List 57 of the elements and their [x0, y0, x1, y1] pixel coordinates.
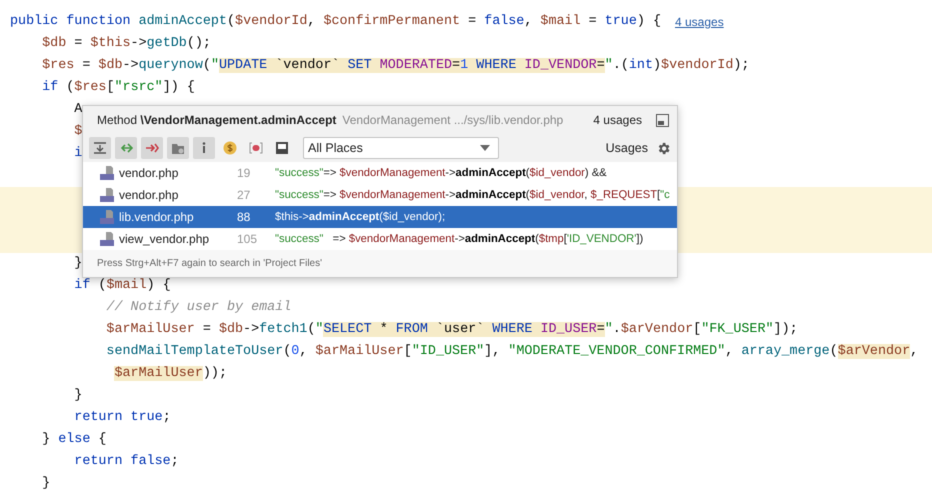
settings-icon[interactable]	[656, 140, 671, 156]
file-name: vendor.php	[118, 188, 180, 202]
line-number: 27	[237, 188, 252, 202]
php-file-icon	[99, 187, 115, 203]
code-line: $	[73, 123, 82, 141]
code-line: $db = $this->getDb();	[41, 35, 211, 53]
usage-row[interactable]: lib.vendor.php 88 $this->adminAccept($id_vendor);	[83, 206, 677, 228]
code-line: return false;	[73, 453, 179, 471]
line-number: 105	[237, 232, 258, 246]
code-line: }	[41, 475, 50, 493]
code-line: if ($mail) {	[73, 277, 171, 295]
code-line: if ($res["rsrc"]) {	[41, 79, 195, 97]
code-line: i	[73, 145, 82, 163]
info-button[interactable]	[193, 137, 215, 159]
code-line: A	[73, 101, 82, 119]
file-name: vendor.php	[118, 166, 180, 180]
line-number: 19	[237, 166, 252, 180]
code-line: return true;	[73, 409, 171, 427]
usage-row[interactable]: vendor.php 19 "success"=> $vendorManagement->adminAccept($id_vendor) &&	[83, 162, 677, 184]
file-name: lib.vendor.php	[118, 210, 195, 224]
line-number: 88	[237, 210, 252, 224]
usage-row[interactable]: view_vendor.php 105 "success" => $vendorManagement->adminAccept($tmp['ID_VENDOR'])	[83, 228, 677, 250]
dropdown-caret-icon	[480, 145, 490, 151]
code-line: sendMailTemplateToUser(0, $arMailUser["ID_USER"], "MODERATE_VENDOR_CONFIRMED", array_merge($arVendor,	[105, 343, 918, 361]
code-line: } else {	[41, 431, 106, 449]
export-arrow-button[interactable]	[141, 137, 163, 159]
popup-title: Method \VendorManagement.adminAccept	[97, 113, 336, 127]
php-file-icon	[99, 231, 115, 247]
code-line: public function adminAccept($vendorId, $confirmPermanent = false, $mail = true) {	[10, 13, 661, 31]
usage-code: "success"=> $vendorManagement->adminAccept($id_vendor) &&	[275, 167, 607, 179]
code-line: $arMailUser = $db->fetch1("SELECT * FROM `user` WHERE ID_USER=".$arVendor["FK_USER"]);	[105, 321, 798, 339]
code-line: }	[73, 387, 82, 405]
usage-code: "success"=> $vendorManagement->adminAccept($id_vendor, $_REQUEST["c	[275, 189, 670, 201]
usage-row[interactable]: vendor.php 27 "success"=> $vendorManagement->adminAccept($id_vendor, $_REQUEST["c	[83, 184, 677, 206]
scope-dropdown[interactable]: All Places	[303, 137, 499, 159]
usage-count: 4 usages	[593, 113, 642, 127]
expand-all-icon	[93, 141, 107, 155]
code-line: }	[73, 255, 82, 273]
code-line: // Notify user by email	[105, 299, 292, 317]
module-bracket-icon	[249, 141, 263, 155]
code-line: $arMailUser));	[113, 365, 227, 383]
usages-label: Usages	[606, 141, 648, 155]
method-location: VendorManagement .../sys/lib.vendor.php	[342, 113, 564, 127]
pin-window-icon[interactable]	[656, 114, 669, 126]
usage-code: $this->adminAccept($id_vendor);	[275, 211, 446, 223]
php-file-icon	[99, 209, 115, 225]
search-hint: Press Strg+Alt+F7 again to search in 'Project Files'	[97, 258, 322, 269]
export-arrow-icon	[145, 141, 159, 155]
code-line: $res = $db->querynow("UPDATE `vendor` SET MODERATED=1 WHERE ID_VENDOR=".(int)$vendorId);	[41, 57, 750, 75]
usage-code: "success" => $vendorManagement->adminAccept($tmp['ID_VENDOR'])	[275, 233, 644, 245]
usages-link[interactable]: 4 usages	[674, 11, 724, 33]
php-file-icon	[99, 165, 115, 181]
file-name: view_vendor.php	[118, 232, 210, 246]
dollar-coin-icon	[223, 141, 237, 155]
import-arrow-icon	[119, 141, 133, 155]
save-icon	[275, 141, 289, 155]
expand-all-button[interactable]	[89, 137, 111, 159]
